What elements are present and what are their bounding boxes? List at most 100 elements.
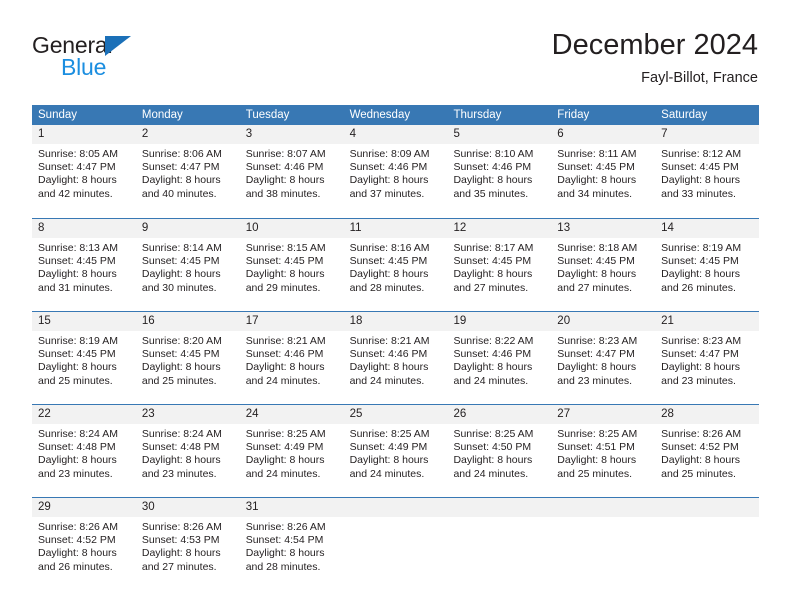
day-number: 16 <box>141 315 155 327</box>
sunrise-text: Sunrise: 8:24 AM <box>38 428 118 440</box>
sunrise-text: Sunrise: 8:25 AM <box>245 428 326 440</box>
day-number-band: 18 <box>343 312 448 331</box>
sunrise-text: Sunrise: 8:10 AM <box>453 148 534 160</box>
day-details: Sunrise: 8:12 AM Sunset: 4:45 PM Daylight:… <box>655 144 759 201</box>
day-number-band <box>343 498 448 517</box>
calendar-day-cell[interactable]: 18 Sunrise: 8:21 AM Sunset: 4:46 PM Dayligh… <box>343 312 448 404</box>
day-details: Sunrise: 8:15 AM Sunset: 4:45 PM Daylight:… <box>240 238 344 295</box>
daylight-text-line2: and 26 minutes. <box>661 281 736 294</box>
sunrise-text: Sunrise: 8:22 AM <box>453 335 534 347</box>
calendar-day-cell[interactable]: 7 Sunrise: 8:12 AM Sunset: 4:45 PM Daylight… <box>655 125 760 218</box>
calendar-day-cell[interactable]: 24 Sunrise: 8:25 AM Sunset: 4:49 PM Dayligh… <box>239 405 344 497</box>
day-details: Sunrise: 8:18 AM Sunset: 4:45 PM Daylight:… <box>551 238 655 295</box>
calendar-day-cell[interactable]: 26 Sunrise: 8:25 AM Sunset: 4:50 PM Dayligh… <box>447 405 552 497</box>
calendar-day-cell[interactable]: 14 Sunrise: 8:19 AM Sunset: 4:45 PM Dayligh… <box>655 219 760 311</box>
sunset-text: Sunset: 4:47 PM <box>141 161 220 174</box>
calendar-day-cell[interactable]: 1 Sunrise: 8:05 AM Sunset: 4:47 PM Daylight… <box>32 125 136 218</box>
day-number: 22 <box>38 408 51 420</box>
day-details: Sunrise: 8:07 AM Sunset: 4:46 PM Daylight:… <box>240 144 344 201</box>
calendar-day-cell[interactable]: 17 Sunrise: 8:21 AM Sunset: 4:46 PM Dayligh… <box>239 312 344 404</box>
day-number-band: 17 <box>239 312 344 331</box>
daylight-text-line1: Daylight: 8 hours <box>453 454 533 467</box>
calendar-day-cell[interactable]: 10 Sunrise: 8:15 AM Sunset: 4:45 PM Dayligh… <box>239 219 344 311</box>
calendar-day-cell[interactable]: 25 Sunrise: 8:25 AM Sunset: 4:49 PM Dayligh… <box>343 405 448 497</box>
calendar-week-row: 15 Sunrise: 8:19 AM Sunset: 4:45 PM Dayligh… <box>32 311 760 404</box>
calendar-week-row: 22 Sunrise: 8:24 AM Sunset: 4:48 PM Dayligh… <box>32 404 760 497</box>
sunrise-text: Sunrise: 8:25 AM <box>349 428 430 440</box>
sunrise-text: Sunrise: 8:23 AM <box>557 335 638 347</box>
daylight-text-line1: Daylight: 8 hours <box>38 361 117 374</box>
daylight-text-line2: and 37 minutes. <box>349 187 425 200</box>
sunset-text: Sunset: 4:54 PM <box>245 534 324 547</box>
daylight-text-line2: and 27 minutes. <box>453 281 529 294</box>
calendar-day-cell[interactable]: 23 Sunrise: 8:24 AM Sunset: 4:48 PM Dayligh… <box>135 405 240 497</box>
daylight-text-line1: Daylight: 8 hours <box>141 174 221 187</box>
calendar-day-cell[interactable]: 9 Sunrise: 8:14 AM Sunset: 4:45 PM Daylight… <box>135 219 240 311</box>
day-details: Sunrise: 8:25 AM Sunset: 4:49 PM Daylight:… <box>240 424 344 481</box>
calendar-day-cell[interactable]: 15 Sunrise: 8:19 AM Sunset: 4:45 PM Dayligh… <box>32 312 136 404</box>
day-number: 5 <box>453 128 460 140</box>
daylight-text-line1: Daylight: 8 hours <box>38 174 117 187</box>
day-number-band: 7 <box>655 125 760 144</box>
sunset-text: Sunset: 4:48 PM <box>141 441 220 454</box>
sunrise-text: Sunrise: 8:06 AM <box>141 148 222 160</box>
daylight-text-line2: and 38 minutes. <box>245 187 321 200</box>
day-number: 1 <box>38 128 45 140</box>
day-number: 28 <box>661 408 674 420</box>
calendar-day-cell[interactable]: 6 Sunrise: 8:11 AM Sunset: 4:45 PM Daylight… <box>551 125 656 218</box>
calendar-day-cell[interactable]: 12 Sunrise: 8:17 AM Sunset: 4:45 PM Dayligh… <box>447 219 552 311</box>
sunrise-text: Sunrise: 8:13 AM <box>38 242 118 254</box>
daylight-text-line1: Daylight: 8 hours <box>661 454 740 467</box>
general-blue-logo[interactable]: General Blue <box>32 32 222 90</box>
sunset-text: Sunset: 4:52 PM <box>38 534 116 547</box>
sunset-text: Sunset: 4:46 PM <box>453 161 532 174</box>
daylight-text-line1: Daylight: 8 hours <box>349 268 429 281</box>
sunset-text: Sunset: 4:46 PM <box>453 348 532 361</box>
sunrise-text: Sunrise: 8:23 AM <box>661 335 742 347</box>
calendar-day-cell[interactable]: 3 Sunrise: 8:07 AM Sunset: 4:46 PM Daylight… <box>239 125 344 218</box>
sunrise-text: Sunrise: 8:21 AM <box>245 335 326 347</box>
calendar-day-cell[interactable]: 19 Sunrise: 8:22 AM Sunset: 4:46 PM Dayligh… <box>447 312 552 404</box>
sunset-text: Sunset: 4:45 PM <box>557 255 635 268</box>
calendar-day-cell[interactable]: 21 Sunrise: 8:23 AM Sunset: 4:47 PM Dayligh… <box>655 312 760 404</box>
day-number: 27 <box>557 408 571 420</box>
daylight-text-line1: Daylight: 8 hours <box>245 454 325 467</box>
calendar-day-cell[interactable]: 4 Sunrise: 8:09 AM Sunset: 4:46 PM Daylight… <box>343 125 448 218</box>
daylight-text-line1: Daylight: 8 hours <box>141 361 221 374</box>
daylight-text-line2: and 28 minutes. <box>245 560 321 573</box>
calendar-day-cell[interactable]: 13 Sunrise: 8:18 AM Sunset: 4:45 PM Dayligh… <box>551 219 656 311</box>
daylight-text-line1: Daylight: 8 hours <box>661 268 740 281</box>
calendar-day-cell[interactable]: 5 Sunrise: 8:10 AM Sunset: 4:46 PM Daylight… <box>447 125 552 218</box>
calendar-day-cell[interactable]: 2 Sunrise: 8:06 AM Sunset: 4:47 PM Daylight… <box>135 125 240 218</box>
calendar-day-cell[interactable]: 11 Sunrise: 8:16 AM Sunset: 4:45 PM Dayligh… <box>343 219 448 311</box>
daylight-text-line1: Daylight: 8 hours <box>38 547 117 560</box>
sunset-text: Sunset: 4:50 PM <box>453 441 532 454</box>
calendar-day-cell[interactable]: 30 Sunrise: 8:26 AM Sunset: 4:53 PM Dayligh… <box>135 498 240 590</box>
calendar-day-cell[interactable]: 29 Sunrise: 8:26 AM Sunset: 4:52 PM Dayligh… <box>32 498 136 590</box>
day-number: 20 <box>557 315 571 327</box>
sunrise-text: Sunrise: 8:11 AM <box>557 148 637 160</box>
calendar-day-cell[interactable]: 28 Sunrise: 8:26 AM Sunset: 4:52 PM Dayligh… <box>655 405 760 497</box>
sunrise-text: Sunrise: 8:26 AM <box>141 521 222 533</box>
day-of-week-header-row: Sunday Monday Tuesday Wednesday Thursday Frid… <box>32 105 759 125</box>
daylight-text-line2: and 23 minutes. <box>661 374 736 387</box>
daylight-text-line1: Daylight: 8 hours <box>245 361 325 374</box>
day-number-band: 8 <box>32 219 136 238</box>
calendar-day-cell[interactable]: 27 Sunrise: 8:25 AM Sunset: 4:51 PM Dayligh… <box>551 405 656 497</box>
daylight-text-line1: Daylight: 8 hours <box>141 268 221 281</box>
day-number-band: 27 <box>551 405 656 424</box>
daylight-text-line1: Daylight: 8 hours <box>38 454 117 467</box>
calendar-day-cell[interactable]: 16 Sunrise: 8:20 AM Sunset: 4:45 PM Dayligh… <box>135 312 240 404</box>
calendar-day-cell[interactable]: 20 Sunrise: 8:23 AM Sunset: 4:47 PM Dayligh… <box>551 312 656 404</box>
calendar-day-cell[interactable]: 31 Sunrise: 8:26 AM Sunset: 4:54 PM Dayligh… <box>239 498 344 590</box>
day-details: Sunrise: 8:11 AM Sunset: 4:45 PM Daylight:… <box>551 144 655 201</box>
daylight-text-line1: Daylight: 8 hours <box>661 174 740 187</box>
daylight-text-line2: and 34 minutes. <box>557 187 633 200</box>
day-details: Sunrise: 8:22 AM Sunset: 4:46 PM Daylight:… <box>447 331 551 388</box>
sunrise-text: Sunrise: 8:09 AM <box>349 148 430 160</box>
daylight-text-line1: Daylight: 8 hours <box>245 174 325 187</box>
calendar-day-cell[interactable]: 8 Sunrise: 8:13 AM Sunset: 4:45 PM Daylight… <box>32 219 136 311</box>
calendar-day-cell[interactable]: 22 Sunrise: 8:24 AM Sunset: 4:48 PM Dayligh… <box>32 405 136 497</box>
sunrise-text: Sunrise: 8:20 AM <box>141 335 222 347</box>
day-details: Sunrise: 8:23 AM Sunset: 4:47 PM Daylight:… <box>551 331 655 388</box>
